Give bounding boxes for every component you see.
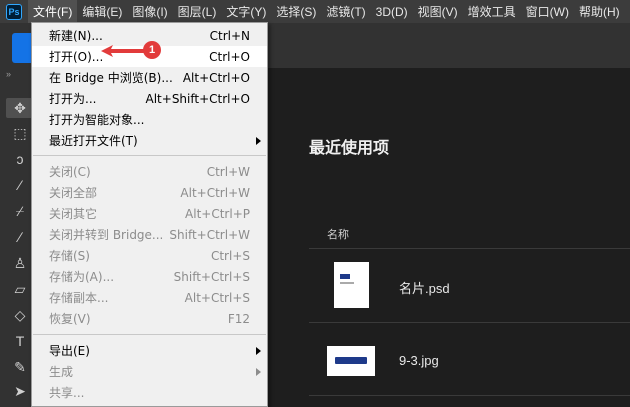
recent-file-row[interactable]: 9-3.jpg (309, 330, 630, 390)
eraser-tool-icon[interactable]: ▱ (6, 279, 34, 299)
divider (309, 395, 630, 396)
column-header-name[interactable]: 名称 (327, 226, 349, 242)
menu-item-export[interactable]: 导出(E) (32, 340, 267, 361)
menu-item-save-as[interactable]: 存储为(A)... Shift+Ctrl+S (32, 266, 267, 287)
eyedropper-tool-icon[interactable]: ⌿ (6, 201, 34, 221)
menu-item-save[interactable]: 存储(S) Ctrl+S (32, 245, 267, 266)
menu-plugins[interactable]: 增效工具 (463, 0, 521, 23)
lasso-tool-icon[interactable]: ↄ (6, 149, 34, 169)
menu-view[interactable]: 视图(V) (413, 0, 463, 23)
menu-filter[interactable]: 滤镜(T) (321, 0, 370, 23)
menu-type[interactable]: 文字(Y) (221, 0, 271, 23)
menu-separator (33, 334, 266, 335)
menu-item-close[interactable]: 关闭(C) Ctrl+W (32, 161, 267, 182)
divider (309, 248, 630, 249)
menu-edit[interactable]: 编辑(E) (77, 0, 127, 23)
file-menu-dropdown: 新建(N)... Ctrl+N 打开(O)... Ctrl+O 在 Bridge… (31, 22, 268, 407)
menu-item-close-go-bridge[interactable]: 关闭并转到 Bridge... Shift+Ctrl+W (32, 224, 267, 245)
file-thumbnail (334, 262, 369, 308)
menu-item-generate[interactable]: 生成 (32, 361, 267, 382)
menu-item-open-smart-object[interactable]: 打开为智能对象... (32, 109, 267, 130)
submenu-arrow-icon (256, 136, 261, 145)
recent-file-row[interactable]: 名片.psd (309, 257, 630, 317)
recent-title: 最近使用项 (309, 140, 390, 157)
paint-bucket-tool-icon[interactable]: ◇ (6, 305, 34, 325)
pen-tool-icon[interactable]: ✎ (6, 357, 34, 377)
stamp-tool-icon[interactable]: ♙ (6, 253, 34, 273)
menu-separator (33, 155, 266, 156)
marquee-tool-icon[interactable]: ⬚ (6, 123, 34, 143)
annotation-arrow-icon (101, 45, 149, 57)
move-tool-icon[interactable]: ✥ (6, 98, 34, 118)
photoshop-logo-icon: Ps (6, 3, 22, 20)
menu-item-revert[interactable]: 恢复(V) F12 (32, 308, 267, 329)
annotation-badge: 1 (143, 41, 161, 59)
menu-help[interactable]: 帮助(H) (574, 0, 625, 23)
menu-3d[interactable]: 3D(D) (371, 0, 413, 23)
menu-item-share[interactable]: 共享... (32, 382, 267, 403)
menu-bar: Ps 文件(F) 编辑(E) 图像(I) 图层(L) 文字(Y) 选择(S) 滤… (0, 0, 630, 23)
menu-item-save-copy[interactable]: 存储副本... Alt+Ctrl+S (32, 287, 267, 308)
menu-item-close-all[interactable]: 关闭全部 Alt+Ctrl+W (32, 182, 267, 203)
file-name: 9-3.jpg (399, 353, 439, 368)
file-thumbnail (327, 346, 375, 376)
menu-item-close-others[interactable]: 关闭其它 Alt+Ctrl+P (32, 203, 267, 224)
menu-item-recent-files[interactable]: 最近打开文件(T) (32, 130, 267, 151)
submenu-arrow-icon (256, 367, 261, 376)
selection-tool-icon[interactable]: ➤ (6, 381, 34, 401)
divider (309, 322, 630, 323)
file-name: 名片.psd (399, 281, 450, 296)
menu-image[interactable]: 图像(I) (127, 0, 172, 23)
type-tool-icon[interactable]: T (6, 331, 34, 351)
menu-item-browse-bridge[interactable]: 在 Bridge 中浏览(B)... Alt+Ctrl+O (32, 67, 267, 88)
menu-file[interactable]: 文件(F) (28, 0, 78, 23)
menu-item-open-as[interactable]: 打开为... Alt+Shift+Ctrl+O (32, 88, 267, 109)
menu-select[interactable]: 选择(S) (271, 0, 321, 23)
menu-layer[interactable]: 图层(L) (173, 0, 222, 23)
submenu-arrow-icon (256, 346, 261, 355)
menu-window[interactable]: 窗口(W) (521, 0, 574, 23)
magic-wand-tool-icon[interactable]: ⁄ (6, 175, 34, 195)
brush-tool-icon[interactable]: ∕ (6, 227, 34, 247)
